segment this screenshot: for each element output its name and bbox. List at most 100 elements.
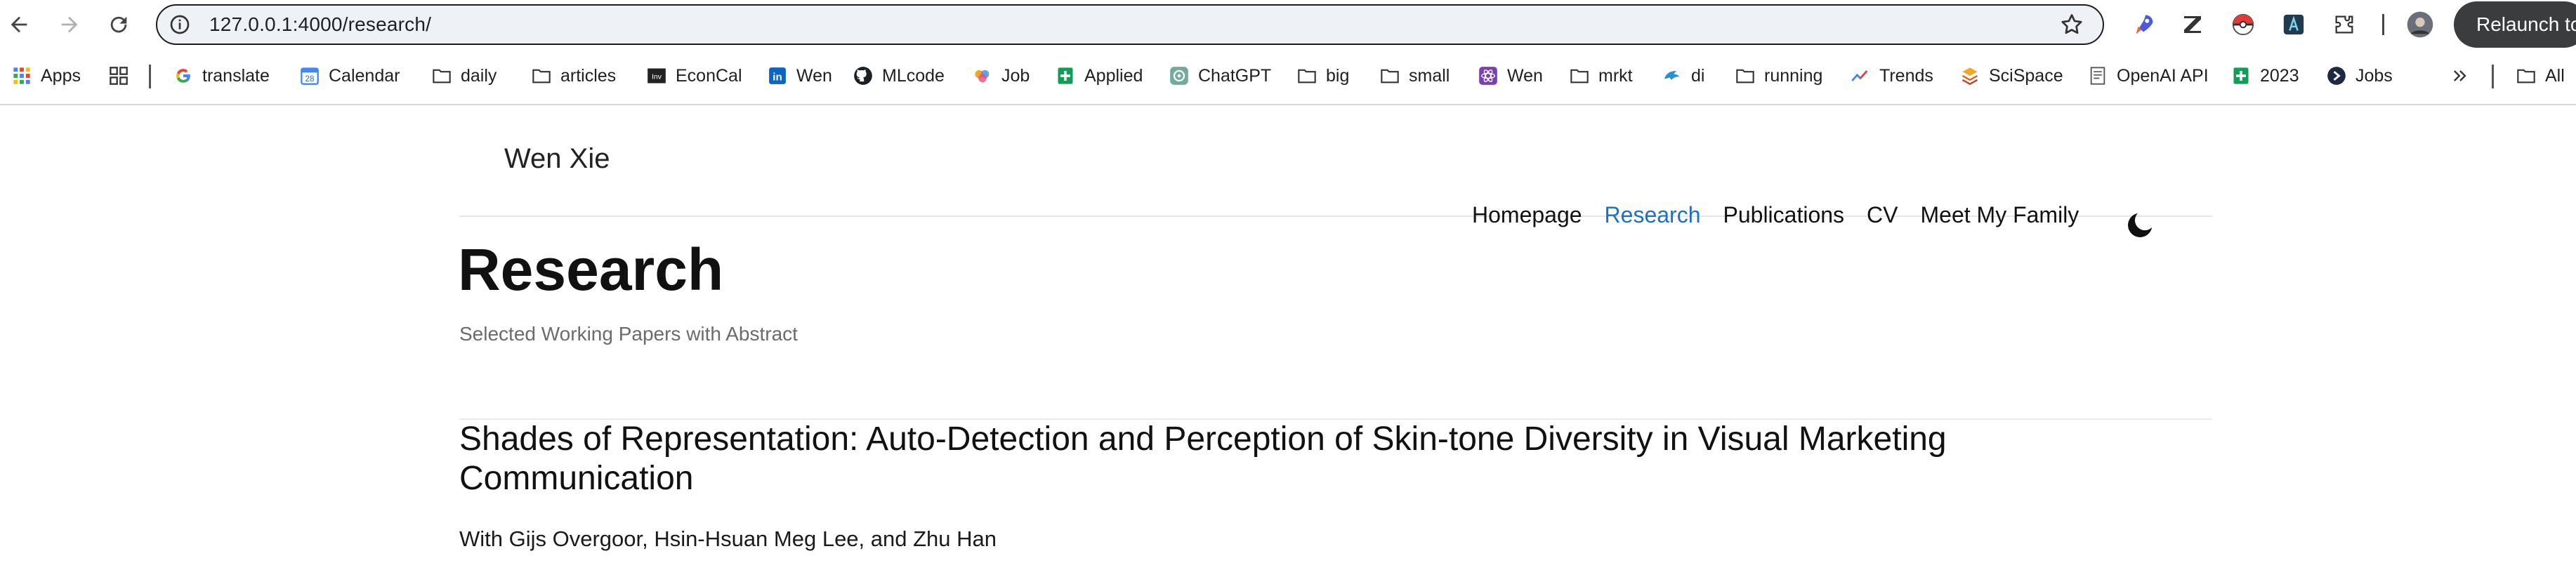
bookmark-jobs[interactable]: Jobs bbox=[2326, 62, 2393, 90]
chatgpt-icon bbox=[1169, 65, 1190, 86]
bookmark-separator bbox=[149, 65, 151, 88]
toolbar-separator bbox=[2382, 14, 2384, 35]
folder-icon bbox=[2516, 65, 2537, 86]
bookmark-di[interactable]: di bbox=[1662, 62, 1704, 90]
profile-avatar[interactable] bbox=[2406, 11, 2434, 39]
bookmark-separator bbox=[2492, 65, 2494, 88]
bookmark-label: Applied bbox=[1084, 65, 1143, 86]
bookmark-chatgpt[interactable]: ChatGPT bbox=[1169, 62, 1271, 90]
bookmark-articles[interactable]: articles bbox=[531, 62, 616, 90]
bookmark-label: translate bbox=[202, 65, 270, 86]
bookmark-translate[interactable]: translate bbox=[173, 62, 270, 90]
bookmark-label: All bbox=[2545, 65, 2565, 86]
chevron-double-right-icon bbox=[2450, 65, 2471, 86]
bookmark-label: big bbox=[1326, 65, 1350, 86]
nav-cv[interactable]: CV bbox=[1867, 202, 1898, 228]
forward-button[interactable] bbox=[55, 10, 84, 39]
web-page: Wen Xie Homepage Research Publications C… bbox=[0, 105, 2576, 570]
svg-text:28: 28 bbox=[305, 74, 315, 84]
bookmark-label: articles bbox=[560, 65, 617, 86]
bookmark-label: ChatGPT bbox=[1198, 65, 1272, 86]
apps-grid-icon bbox=[11, 65, 32, 86]
github-icon bbox=[853, 65, 874, 86]
bookmark-label: MLcode bbox=[882, 65, 945, 86]
bookmark-label: SciSpace bbox=[1989, 65, 2063, 86]
forward-arrow-icon bbox=[61, 16, 78, 33]
folder-icon bbox=[1569, 65, 1590, 86]
extensions-puzzle-icon[interactable] bbox=[2330, 11, 2358, 39]
bookmark-2023[interactable]: 2023 bbox=[2230, 62, 2299, 90]
bookmark-daily[interactable]: daily bbox=[431, 62, 497, 90]
jobs-icon bbox=[2326, 65, 2347, 86]
url-text[interactable]: 127.0.0.1:4000/research/ bbox=[209, 6, 431, 43]
sheets-icon bbox=[1055, 65, 1076, 86]
di-icon bbox=[1662, 65, 1683, 86]
bookmark-label: mrkt bbox=[1598, 65, 1633, 86]
bookmark-label: Jobs bbox=[2355, 65, 2393, 86]
bookmark-label: OpenAI API bbox=[2117, 65, 2209, 86]
trends-icon bbox=[1850, 65, 1871, 86]
svg-text:in: in bbox=[773, 72, 782, 84]
bookmark-scispace[interactable]: SciSpace bbox=[1959, 62, 2063, 90]
bookmark-trends[interactable]: Trends bbox=[1850, 62, 1933, 90]
paper-title: Shades of Representation: Auto-Detection… bbox=[459, 420, 1947, 497]
svg-text:Inv: Inv bbox=[652, 73, 662, 81]
bookmark-label: Trends bbox=[1879, 65, 1933, 86]
bookmark-job[interactable]: Job bbox=[972, 62, 1030, 90]
paper-authors: With Gijs Overgoor, Hsin-Hsuan Meg Lee, … bbox=[459, 526, 997, 551]
folder-icon bbox=[1296, 65, 1317, 86]
folder-icon bbox=[1379, 65, 1400, 86]
bookmark-label: Wen bbox=[1507, 65, 1543, 86]
calendar-icon: 28 bbox=[299, 65, 320, 86]
nav-homepage[interactable]: Homepage bbox=[1472, 202, 1582, 228]
bookmark-calendar[interactable]: 28 Calendar bbox=[299, 62, 400, 90]
reload-button[interactable] bbox=[104, 10, 133, 39]
job-icon bbox=[972, 65, 993, 86]
zotero-extension-icon[interactable] bbox=[2179, 11, 2207, 39]
bookmark-label: 2023 bbox=[2260, 65, 2299, 86]
bookmark-mlcode[interactable]: MLcode bbox=[853, 62, 945, 90]
relaunch-button[interactable]: Relaunch to bbox=[2454, 1, 2576, 48]
bookmarks-overflow-button[interactable] bbox=[2450, 62, 2479, 90]
moon-icon[interactable] bbox=[2124, 209, 2156, 241]
bookmark-apps[interactable]: Apps bbox=[11, 62, 81, 90]
react-icon bbox=[1478, 65, 1499, 86]
bookmark-openai-api[interactable]: OpenAI API bbox=[2087, 62, 2209, 90]
doc-icon bbox=[2087, 65, 2108, 86]
bookmark-wen-react[interactable]: Wen bbox=[1478, 62, 1543, 90]
page-title: Research bbox=[458, 237, 724, 303]
bookmark-small[interactable]: small bbox=[1379, 62, 1450, 90]
bookmark-label: Job bbox=[1001, 65, 1030, 86]
bookmark-label: running bbox=[1764, 65, 1823, 86]
bookmark-label: small bbox=[1409, 65, 1450, 86]
bookmark-wen-linkedin[interactable]: in Wen bbox=[767, 62, 832, 90]
page-description: Selected Working Papers with Abstract bbox=[459, 323, 798, 345]
tab-groups-icon[interactable] bbox=[108, 62, 138, 90]
investing-icon: Inv bbox=[646, 65, 667, 86]
bookmark-econcal[interactable]: Inv EconCal bbox=[646, 62, 742, 90]
bookmark-big[interactable]: big bbox=[1296, 62, 1349, 90]
sheets-icon bbox=[2230, 65, 2252, 86]
site-info-icon[interactable] bbox=[169, 13, 191, 36]
bookmark-label: di bbox=[1691, 65, 1705, 86]
rocket-extension-icon[interactable] bbox=[2129, 11, 2157, 39]
bookmark-running[interactable]: running bbox=[1735, 62, 1822, 90]
bookmark-all[interactable]: All bbox=[2516, 62, 2565, 90]
address-bar[interactable]: 127.0.0.1:4000/research/ bbox=[156, 4, 2104, 45]
back-button[interactable] bbox=[4, 10, 34, 39]
nav-publications[interactable]: Publications bbox=[1723, 202, 1845, 228]
bookmarks-bar: Apps translate 28 Calendar daily article… bbox=[0, 49, 2576, 105]
a-extension-icon[interactable] bbox=[2280, 11, 2308, 39]
site-navigation: Homepage Research Publications CV Meet M… bbox=[1472, 202, 2101, 228]
nav-research[interactable]: Research bbox=[1605, 202, 1701, 228]
browser-toolbar: 127.0.0.1:4000/research/ Relaunch to bbox=[0, 0, 2576, 49]
scispace-icon bbox=[1959, 65, 1980, 86]
nav-meet-my-family[interactable]: Meet My Family bbox=[1921, 202, 2079, 228]
bookmark-mrkt[interactable]: mrkt bbox=[1569, 62, 1633, 90]
bookmark-star-icon[interactable] bbox=[2059, 12, 2084, 37]
pokeball-extension-icon[interactable] bbox=[2229, 11, 2257, 39]
bookmark-label: Wen bbox=[796, 65, 832, 86]
folder-icon bbox=[531, 65, 552, 86]
bookmark-applied[interactable]: Applied bbox=[1055, 62, 1143, 90]
site-title[interactable]: Wen Xie bbox=[504, 143, 610, 175]
